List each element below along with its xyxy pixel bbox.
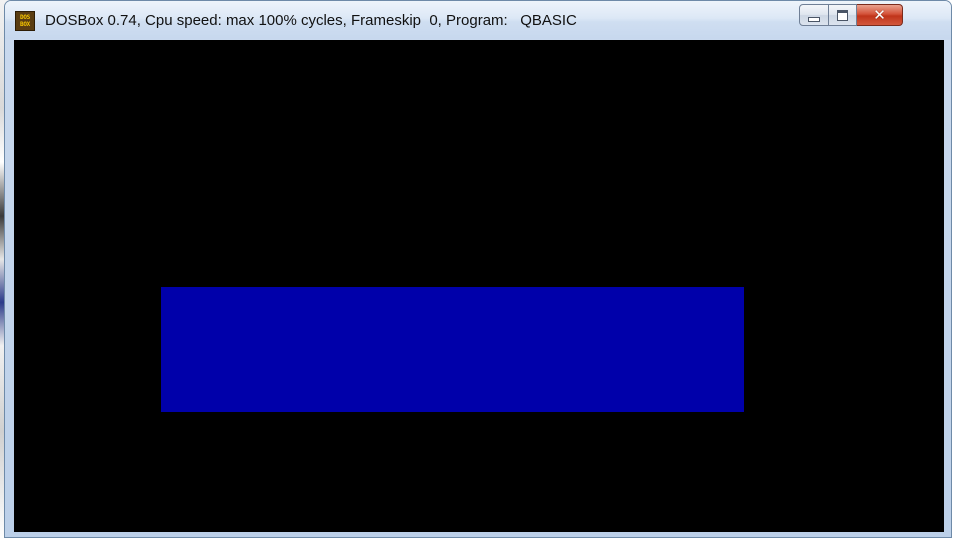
minimize-button[interactable]	[799, 4, 829, 26]
maximize-icon	[837, 9, 848, 21]
dosbox-icon-line1: DOS	[20, 14, 30, 21]
dosbox-icon-line2: BOX	[20, 21, 30, 28]
blue-rectangle	[161, 287, 744, 412]
title-bar[interactable]: DOS BOX DOSBox 0.74, Cpu speed: max 100%…	[5, 1, 951, 39]
dos-screen[interactable]	[14, 40, 944, 532]
minimize-icon	[808, 16, 820, 22]
close-button[interactable]: ✕	[857, 4, 903, 26]
maximize-button[interactable]	[829, 4, 857, 26]
dosbox-window[interactable]: DOS BOX DOSBox 0.74, Cpu speed: max 100%…	[4, 0, 952, 538]
dosbox-icon[interactable]: DOS BOX	[15, 11, 35, 31]
desktop: DOS BOX DOSBox 0.74, Cpu speed: max 100%…	[0, 0, 960, 540]
close-icon: ✕	[873, 5, 886, 24]
window-title: DOSBox 0.74, Cpu speed: max 100% cycles,…	[45, 12, 577, 29]
